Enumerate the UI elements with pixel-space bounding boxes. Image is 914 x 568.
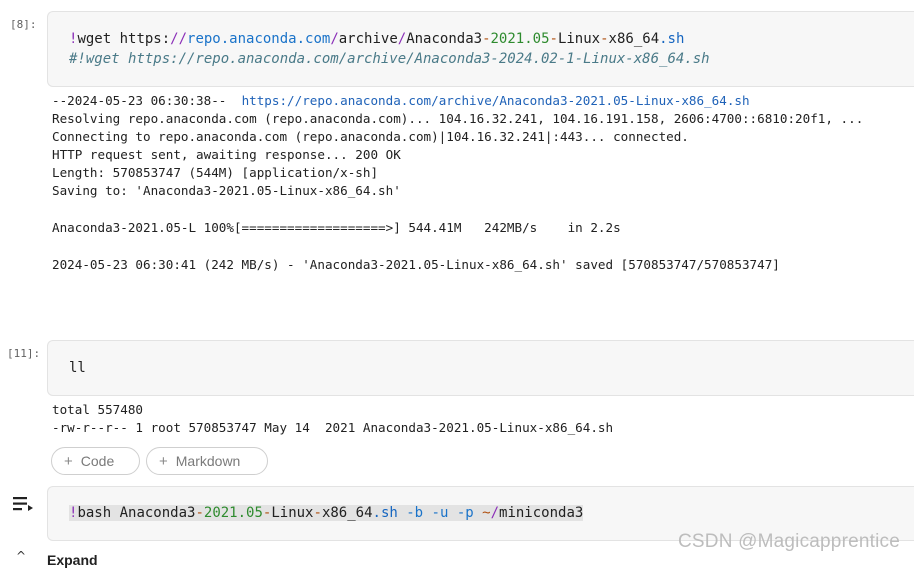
dash-token: - — [313, 505, 322, 521]
code-line: ll — [69, 360, 86, 376]
name-token: Linux — [557, 31, 601, 47]
dash-token: - — [600, 31, 609, 47]
ext-token: .sh — [659, 31, 685, 47]
output-line: HTTP request sent, awaiting response... … — [52, 147, 401, 162]
expand-label[interactable]: Expand — [47, 552, 98, 568]
cmd-token: wget https: — [77, 31, 171, 47]
cmd-token: bash Anaconda3 — [77, 505, 196, 521]
add-markdown-label: Markdown — [175, 453, 241, 469]
dash-token: - — [549, 31, 558, 47]
name-token: x86_64 — [608, 31, 660, 47]
slash-token: / — [330, 31, 339, 47]
ext-token: .sh — [372, 505, 398, 521]
name-token: Anaconda3 — [406, 31, 483, 47]
flag-token: -u — [431, 505, 449, 521]
plus-icon: + — [64, 452, 73, 470]
flag-token: -b — [406, 505, 424, 521]
plus-icon: + — [159, 452, 168, 470]
cell-exec-label: [11]: — [7, 347, 41, 360]
dash-token: - — [482, 31, 491, 47]
watermark: CSDN @Magicapprentice — [677, 531, 900, 552]
run-cell-icon[interactable] — [12, 494, 34, 514]
name-token: x86_64 — [321, 505, 373, 521]
flag-token: -p — [456, 505, 474, 521]
code-line: !wget https://repo.anaconda.com/archive/… — [69, 31, 684, 47]
version-token: 2021.05 — [203, 505, 263, 521]
version-token: 2021.05 — [490, 31, 550, 47]
output-line: Connecting to repo.anaconda.com (repo.an… — [52, 129, 689, 144]
code-cell-ll[interactable]: ll — [47, 340, 914, 396]
dash-token: - — [195, 505, 204, 521]
slash-token: / — [397, 31, 407, 47]
output-line: -rw-r--r-- 1 root 570853747 May 14 2021 … — [52, 420, 614, 435]
add-code-cell-button[interactable]: + Code — [51, 447, 140, 475]
output-line: Resolving repo.anaconda.com (repo.anacon… — [52, 111, 864, 126]
dir-token: miniconda3 — [499, 505, 584, 521]
output-link[interactable]: https://repo.anaconda.com/archive/Anacon… — [242, 93, 750, 108]
code-cell-wget[interactable]: !wget https://repo.anaconda.com/archive/… — [47, 11, 914, 87]
add-code-label: Code — [80, 453, 115, 469]
output-line: total 557480 — [52, 402, 143, 417]
output-progress-line: Anaconda3-2021.05-L 100%[===============… — [52, 220, 621, 235]
cell-exec-label: [8]: — [10, 18, 37, 31]
output-text: --2024-05-23 06:30:38-- — [52, 93, 242, 108]
output-line: 2024-05-23 06:30:41 (242 MB/s) - 'Anacon… — [52, 257, 780, 272]
path-token: archive — [338, 31, 398, 47]
host-token: repo.anaconda.com — [187, 31, 331, 47]
url-sep-token: // — [170, 31, 188, 47]
output-line: --2024-05-23 06:30:38-- https://repo.ana… — [52, 92, 750, 110]
add-markdown-cell-button[interactable]: + Markdown — [146, 447, 268, 475]
output-line: Length: 570853747 (544M) [application/x-… — [52, 165, 379, 180]
name-token: Linux — [271, 505, 314, 521]
tilde-token: ~ — [482, 505, 491, 521]
slash-token: / — [490, 505, 500, 521]
output-line: Saving to: 'Anaconda3-2021.05-Linux-x86_… — [52, 183, 401, 198]
code-comment: #!wget https://repo.anaconda.com/archive… — [69, 51, 710, 67]
code-line: !bash Anaconda3-2021.05-Linux-x86_64.sh … — [69, 505, 584, 521]
chevron-up-icon[interactable]: ^ — [16, 549, 26, 563]
